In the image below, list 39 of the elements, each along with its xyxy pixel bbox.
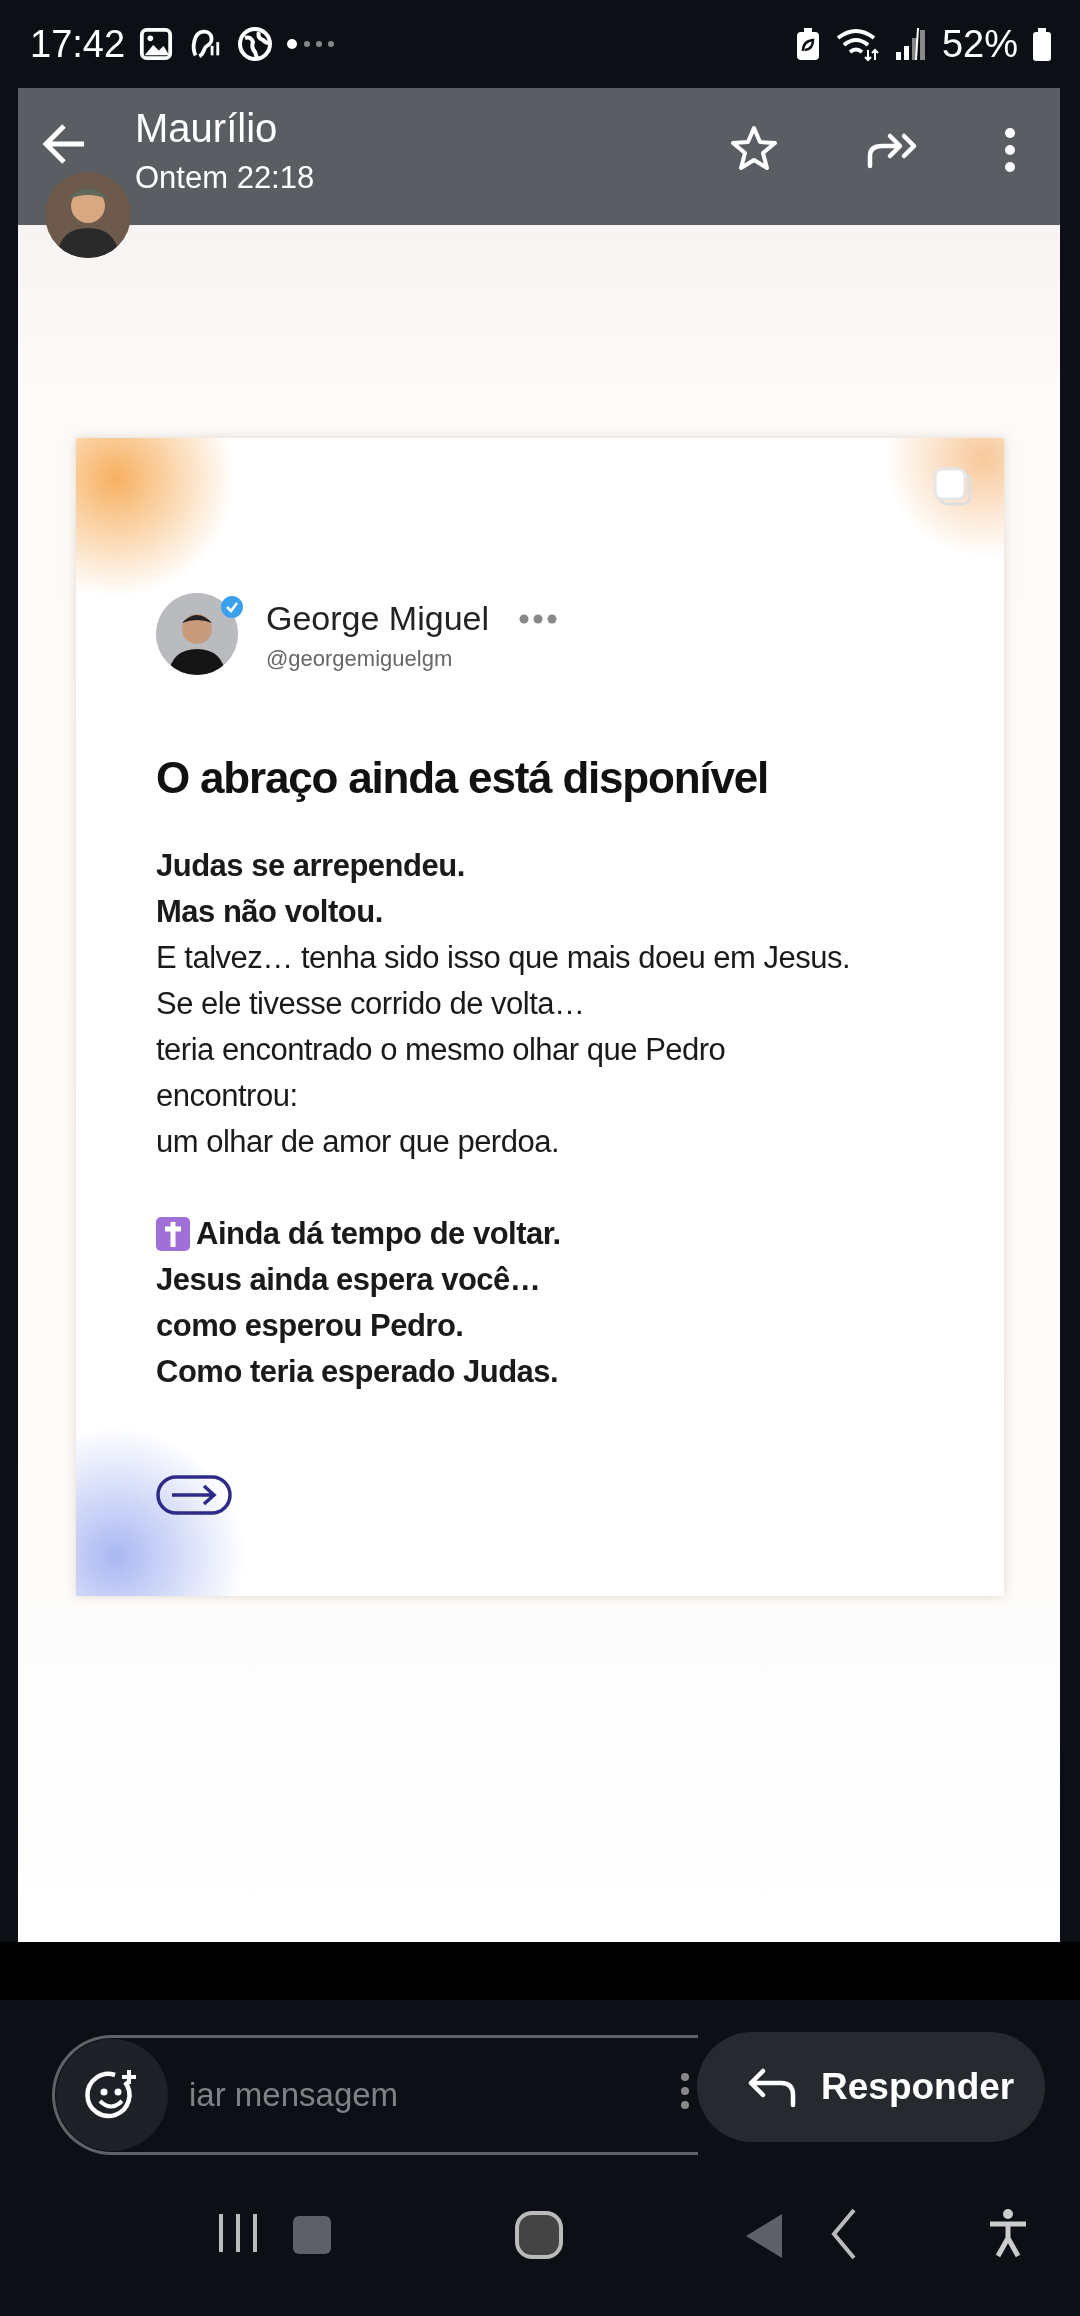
image-icon (139, 27, 174, 61)
contact-name: Maurílio (135, 106, 278, 151)
post-text-line: encontrou: (156, 1077, 298, 1115)
clock-time: 17:42 (30, 22, 126, 66)
post-text-line: Como teria esperado Judas. (156, 1353, 559, 1391)
signal-icon (893, 26, 928, 62)
message-field[interactable]: iar mensagem (189, 2076, 589, 2114)
reply-button[interactable]: Responder (697, 2032, 1045, 2142)
author-handle: @georgemiguelgm (266, 646, 454, 672)
post-text-line: E talvez… tenha sido isso que mais doeu em Jesus. (156, 939, 851, 977)
more-options-icon[interactable] (1003, 126, 1017, 174)
author-name: George Miguel (266, 599, 489, 638)
back-icon[interactable] (830, 2208, 858, 2260)
battery-percentage: 52% (941, 22, 1018, 66)
post-title: O abraço ainda está disponível (156, 753, 768, 803)
emoji-button[interactable] (56, 2039, 168, 2151)
post-text-line: Mas não voltou. (156, 893, 383, 931)
wifi-icon (835, 26, 880, 62)
post-text-line: Judas se arrependeu. (156, 847, 465, 885)
star-icon[interactable] (730, 124, 778, 172)
back-triangle-icon[interactable] (746, 2214, 782, 2258)
accessibility-icon[interactable] (988, 2208, 1028, 2258)
battery-icon (1032, 26, 1052, 62)
more-options-icon[interactable] (680, 2072, 690, 2110)
home-icon[interactable] (512, 2208, 566, 2262)
recent-apps-icon[interactable] (218, 2212, 258, 2254)
post-text-line: como esperou Pedro. (156, 1307, 464, 1345)
multiple-pages-icon (932, 466, 974, 508)
status-time: Ontem 22:18 (135, 160, 315, 196)
post-text-line: Ainda dá tempo de voltar. (196, 1215, 561, 1253)
more-options-icon (519, 613, 557, 624)
post-text-line: um olhar de amor que perdoa. (156, 1123, 560, 1161)
cross-icon (156, 1217, 190, 1251)
verified-badge-icon (220, 595, 244, 619)
arrow-right-icon (156, 1475, 232, 1515)
globe-icon (237, 26, 274, 62)
post-text-line: Se ele tivesse corrido de volta… (156, 985, 585, 1023)
post-text-line: teria encontrado o mesmo olhar que Pedro (156, 1031, 726, 1069)
post-text-line: Jesus ainda espera você… (156, 1261, 541, 1299)
